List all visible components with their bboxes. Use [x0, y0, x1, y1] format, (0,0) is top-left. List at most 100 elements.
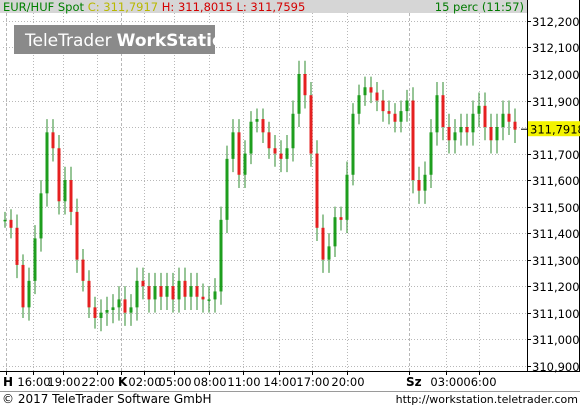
candle-up — [225, 158, 229, 220]
candle-down — [417, 180, 421, 191]
candle-down — [57, 148, 61, 202]
y-tick-label: 311,7000 — [532, 148, 580, 162]
y-tick-label: 311,2000 — [532, 280, 580, 294]
candle-up — [255, 119, 259, 122]
candle-down — [483, 105, 487, 128]
candle-down — [513, 121, 517, 130]
candle-up — [423, 174, 427, 191]
candle-down — [507, 113, 511, 122]
x-tick-label: 14:00 — [263, 375, 296, 389]
candle-up — [27, 280, 31, 308]
candle-down — [75, 211, 79, 260]
price-chart: TeleTraderWorkStation 312,2000 312,1000 31… — [0, 0, 580, 407]
candle-down — [69, 180, 73, 212]
x-tick-label: 03:00 — [430, 375, 463, 389]
candle-down — [9, 219, 13, 228]
candle-down — [87, 280, 91, 308]
candle-down — [303, 73, 307, 96]
candle-down — [375, 92, 379, 101]
candle-up — [345, 174, 349, 220]
watermark-brand: TeleTrader — [24, 31, 112, 51]
chart-header: EUR/HUF Spot C: 311,7917 H: 311,8015 L: … — [3, 0, 305, 14]
high-value: H: 311,8015 — [162, 0, 233, 14]
candle-up — [231, 132, 235, 159]
candle-down — [171, 286, 175, 300]
x-tick-label: 08:00 — [193, 375, 226, 389]
candle-up — [459, 127, 463, 133]
candle-up — [297, 73, 301, 114]
candle-up — [189, 286, 193, 297]
y-tick-label: 311,1000 — [532, 307, 580, 321]
candle-up — [357, 95, 361, 114]
y-tick-label: 312,0000 — [532, 68, 580, 82]
candle-down — [267, 132, 271, 149]
y-tick-label: 311,9000 — [532, 95, 580, 109]
website-link[interactable]: http://workstation.teletrader.com — [396, 393, 578, 406]
y-tick-label: 312,2000 — [532, 15, 580, 29]
candle-down — [447, 127, 451, 141]
candle-up — [177, 280, 181, 300]
y-tick-label: 311,0000 — [532, 333, 580, 347]
candle-up — [165, 286, 169, 297]
y-tick-label: 311,4000 — [532, 227, 580, 241]
x-tick-label: 06:00 — [463, 375, 496, 389]
x-tick-label: 05:00 — [158, 375, 191, 389]
candle-down — [321, 227, 325, 260]
copyright-text: © 2017 TeleTrader Software GmbH — [2, 392, 212, 406]
candle-down — [81, 259, 85, 281]
y-tick-label: 311,5000 — [532, 201, 580, 215]
y-tick-label: 311,3000 — [532, 254, 580, 268]
y-tick-label: 312,1000 — [532, 41, 580, 55]
candle-up — [243, 153, 247, 175]
candle-up — [105, 310, 109, 313]
x-tick-label: Sz — [406, 375, 422, 389]
x-tick-label: 02:00 — [128, 375, 161, 389]
candle-up — [249, 121, 253, 154]
candle-down — [93, 307, 97, 318]
candle-up — [435, 95, 439, 133]
candle-up — [63, 180, 67, 202]
candle-down — [159, 286, 163, 297]
candle-down — [387, 111, 391, 114]
candle-down — [315, 153, 319, 228]
candle-down — [123, 299, 127, 313]
candle-down — [381, 100, 385, 112]
x-tick-label: 20:00 — [331, 375, 364, 389]
candle-down — [441, 95, 445, 128]
candle-up — [429, 132, 433, 175]
chart-background — [0, 0, 580, 407]
candle-up — [333, 217, 337, 247]
candle-up — [477, 105, 481, 114]
symbol-label: EUR/HUF Spot — [3, 0, 85, 14]
candle-down — [183, 280, 187, 297]
candle-up — [111, 307, 115, 311]
candle-up — [135, 280, 139, 308]
x-tick-label: 22:00 — [81, 375, 114, 389]
candle-down — [195, 286, 199, 297]
candle-up — [405, 100, 409, 112]
last-price-label: 311,7918 — [530, 123, 580, 137]
candle-up — [153, 286, 157, 300]
candle-down — [147, 286, 151, 300]
candle-down — [465, 127, 469, 133]
low-value: L: 311,7595 — [237, 0, 306, 14]
x-tick-label: 17:00 — [296, 375, 329, 389]
candle-up — [207, 299, 211, 301]
candle-up — [501, 113, 505, 128]
candle-up — [399, 111, 403, 122]
candle-up — [33, 238, 37, 281]
candle-up — [285, 148, 289, 159]
candle-up — [351, 113, 355, 175]
candle-up — [99, 312, 103, 318]
candle-down — [309, 95, 313, 154]
x-tick-label: H — [3, 375, 13, 389]
candle-up — [453, 132, 457, 141]
candle-down — [279, 153, 283, 159]
interval-label: 15 perc (11:57) — [435, 0, 524, 14]
candle-up — [45, 132, 49, 194]
watermark: TeleTrader WorkStation — [14, 25, 236, 54]
candle-down — [339, 217, 343, 220]
candle-up — [213, 291, 217, 300]
candle-down — [261, 119, 265, 133]
candle-up — [363, 87, 367, 96]
